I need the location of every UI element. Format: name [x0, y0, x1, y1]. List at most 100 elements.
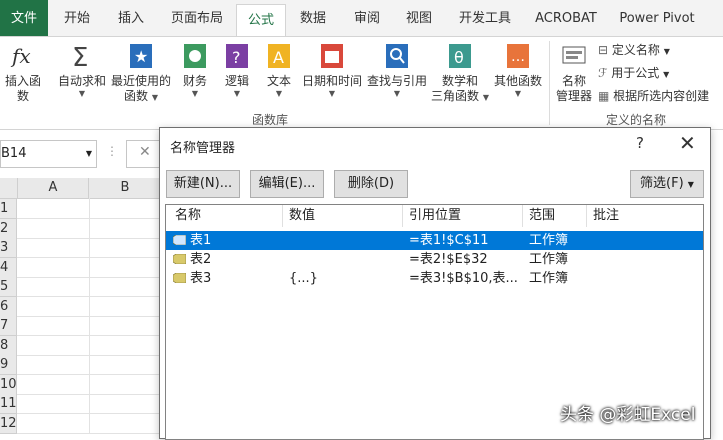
row-header[interactable]: 4 — [0, 257, 17, 278]
chevron-down-icon: ▼ — [663, 47, 670, 56]
chevron-down-icon: ▼ — [233, 89, 241, 98]
lookup-button[interactable]: 查找与引用 ▼ — [366, 41, 428, 99]
name-cell: 表3 — [190, 271, 212, 286]
delete-button[interactable]: 删除(D) — [334, 170, 408, 198]
tab-page-layout[interactable]: 页面布局 — [164, 0, 230, 36]
tab-developer[interactable]: 开发工具 — [452, 0, 518, 36]
math-trig-button[interactable]: θ 数学和 三角函数 ▼ — [430, 41, 490, 104]
column-header-refers-to[interactable]: 引用位置 — [409, 205, 461, 227]
svg-text:fx: fx — [10, 44, 31, 68]
help-button[interactable]: ? — [636, 134, 644, 152]
tab-power-pivot[interactable]: Power Pivot — [614, 0, 700, 36]
svg-text:?: ? — [232, 48, 241, 67]
financial-button[interactable]: 财务 ▼ — [176, 41, 214, 99]
logical-button[interactable]: ? 逻辑 ▼ — [218, 41, 256, 99]
row-header[interactable]: 1 — [0, 199, 17, 219]
new-button[interactable]: 新建(N)... — [166, 170, 240, 198]
svg-text:θ: θ — [454, 48, 464, 67]
row-header[interactable]: 5 — [0, 277, 17, 297]
use-in-formula-button[interactable]: ℱ 用于公式 ▼ — [598, 64, 669, 82]
edit-button[interactable]: 编辑(E)... — [250, 170, 324, 198]
name-manager-button[interactable]: 名称 管理器 — [554, 41, 594, 104]
header-separator — [586, 205, 587, 227]
scope-cell: 工作簿 — [529, 233, 569, 248]
close-button[interactable]: ✕ — [679, 131, 696, 155]
chevron-down-icon: ▼ — [393, 89, 401, 98]
column-header-value[interactable]: 数值 — [289, 205, 315, 227]
column-header-name[interactable]: 名称 — [175, 205, 201, 227]
function-library-label: 函数库 — [252, 113, 289, 127]
row-header[interactable]: 8 — [0, 335, 17, 356]
calendar-book-icon — [321, 44, 343, 68]
formula-bar-dots: ⋮ — [106, 144, 118, 158]
row-header[interactable]: 7 — [0, 316, 17, 336]
ribbon-formulas: fx 插入函数 Σ 自动求和 ▼ ★ 最近使用的 函数 ▼ 财务 ▼ ? 逻辑 … — [0, 36, 723, 130]
gridline — [17, 315, 162, 317]
row-header[interactable]: 10 — [0, 374, 17, 395]
defined-names-label: 定义的名称 — [606, 113, 667, 127]
insert-function-button[interactable]: fx 插入函数 — [0, 41, 46, 104]
header-separator — [282, 205, 283, 227]
tab-formulas[interactable]: 公式 — [236, 4, 286, 38]
recent-functions-button[interactable]: ★ 最近使用的 函数 ▼ — [110, 41, 172, 104]
theta-book-icon: θ — [449, 44, 471, 68]
define-name-button[interactable]: ⊟ 定义名称 ▼ — [598, 41, 670, 59]
gridline — [17, 432, 162, 434]
fx-icon: fx — [10, 44, 31, 68]
chevron-down-icon: ▼ — [482, 93, 489, 102]
row-header[interactable]: 3 — [0, 238, 17, 258]
lookup-book-icon — [386, 44, 408, 68]
svg-text:…: … — [511, 49, 525, 65]
chevron-down-icon: ▼ — [687, 180, 694, 189]
chevron-down-icon: ▼ — [514, 89, 522, 98]
row-header[interactable]: 6 — [0, 296, 17, 317]
name-row[interactable]: 表2 =表2!$E$32 工作簿 — [166, 250, 703, 269]
name-tag-icon — [173, 235, 186, 245]
tab-data[interactable]: 数据 — [292, 0, 334, 36]
column-header-scope[interactable]: 范围 — [529, 205, 555, 227]
financial-book-icon — [184, 44, 206, 68]
scope-cell: 工作簿 — [529, 252, 569, 267]
text-book-icon: A — [268, 44, 290, 68]
filter-button[interactable]: 筛选(F) ▼ — [630, 170, 704, 198]
name-box[interactable]: B14 ▼ — [0, 140, 97, 168]
header-separator — [402, 205, 403, 227]
row-header[interactable]: 2 — [0, 218, 17, 239]
chevron-down-icon[interactable]: ▼ — [86, 141, 92, 167]
column-header-b[interactable]: B — [89, 178, 162, 199]
name-row[interactable]: 表3 {...} =表3!$B$10,表... 工作簿 — [166, 269, 703, 288]
tab-view[interactable]: 视图 — [398, 0, 440, 36]
scope-cell: 工作簿 — [529, 271, 569, 286]
row-header[interactable]: 11 — [0, 394, 17, 414]
more-functions-button[interactable]: … 其他函数 ▼ — [492, 41, 544, 99]
create-from-selection-button[interactable]: ▦ 根据所选内容创建 — [598, 87, 709, 105]
chevron-down-icon: ▼ — [328, 89, 336, 98]
datetime-button[interactable]: 日期和时间 ▼ — [300, 41, 364, 99]
autosum-button[interactable]: Σ 自动求和 ▼ — [56, 41, 108, 99]
text-button[interactable]: A 文本 ▼ — [260, 41, 298, 99]
gridline — [17, 257, 162, 258]
gridline — [17, 374, 162, 375]
tab-file[interactable]: 文件 — [0, 0, 48, 36]
row-header[interactable]: 9 — [0, 355, 17, 375]
tab-insert[interactable]: 插入 — [110, 0, 152, 36]
svg-text:★: ★ — [134, 47, 148, 66]
name-row[interactable]: 表1 =表1!$C$11 工作簿 — [166, 231, 703, 250]
star-book-icon: ★ — [130, 44, 152, 68]
refers-to-cell: =表3!$B$10,表... — [409, 271, 518, 286]
cancel-icon: ✕ — [139, 144, 151, 160]
name-manager-dialog: 名称管理器 ? ✕ 新建(N)... 编辑(E)... 删除(D) 筛选(F) … — [159, 127, 711, 440]
column-header-comment[interactable]: 批注 — [593, 205, 619, 227]
tab-acrobat[interactable]: ACROBAT — [530, 0, 602, 36]
row-header[interactable]: 12 — [0, 413, 17, 434]
select-all-corner[interactable] — [0, 178, 18, 199]
chevron-down-icon: ▼ — [663, 70, 670, 79]
tab-home[interactable]: 开始 — [56, 0, 98, 36]
name-tag-icon — [173, 273, 186, 283]
watermark: 头条 @彩虹Excel — [560, 405, 696, 425]
tab-review[interactable]: 审阅 — [346, 0, 388, 36]
tag-icon: ⊟ — [598, 43, 609, 57]
column-header-a[interactable]: A — [18, 178, 89, 199]
gridline — [17, 296, 162, 297]
name-manager-icon — [562, 46, 586, 64]
